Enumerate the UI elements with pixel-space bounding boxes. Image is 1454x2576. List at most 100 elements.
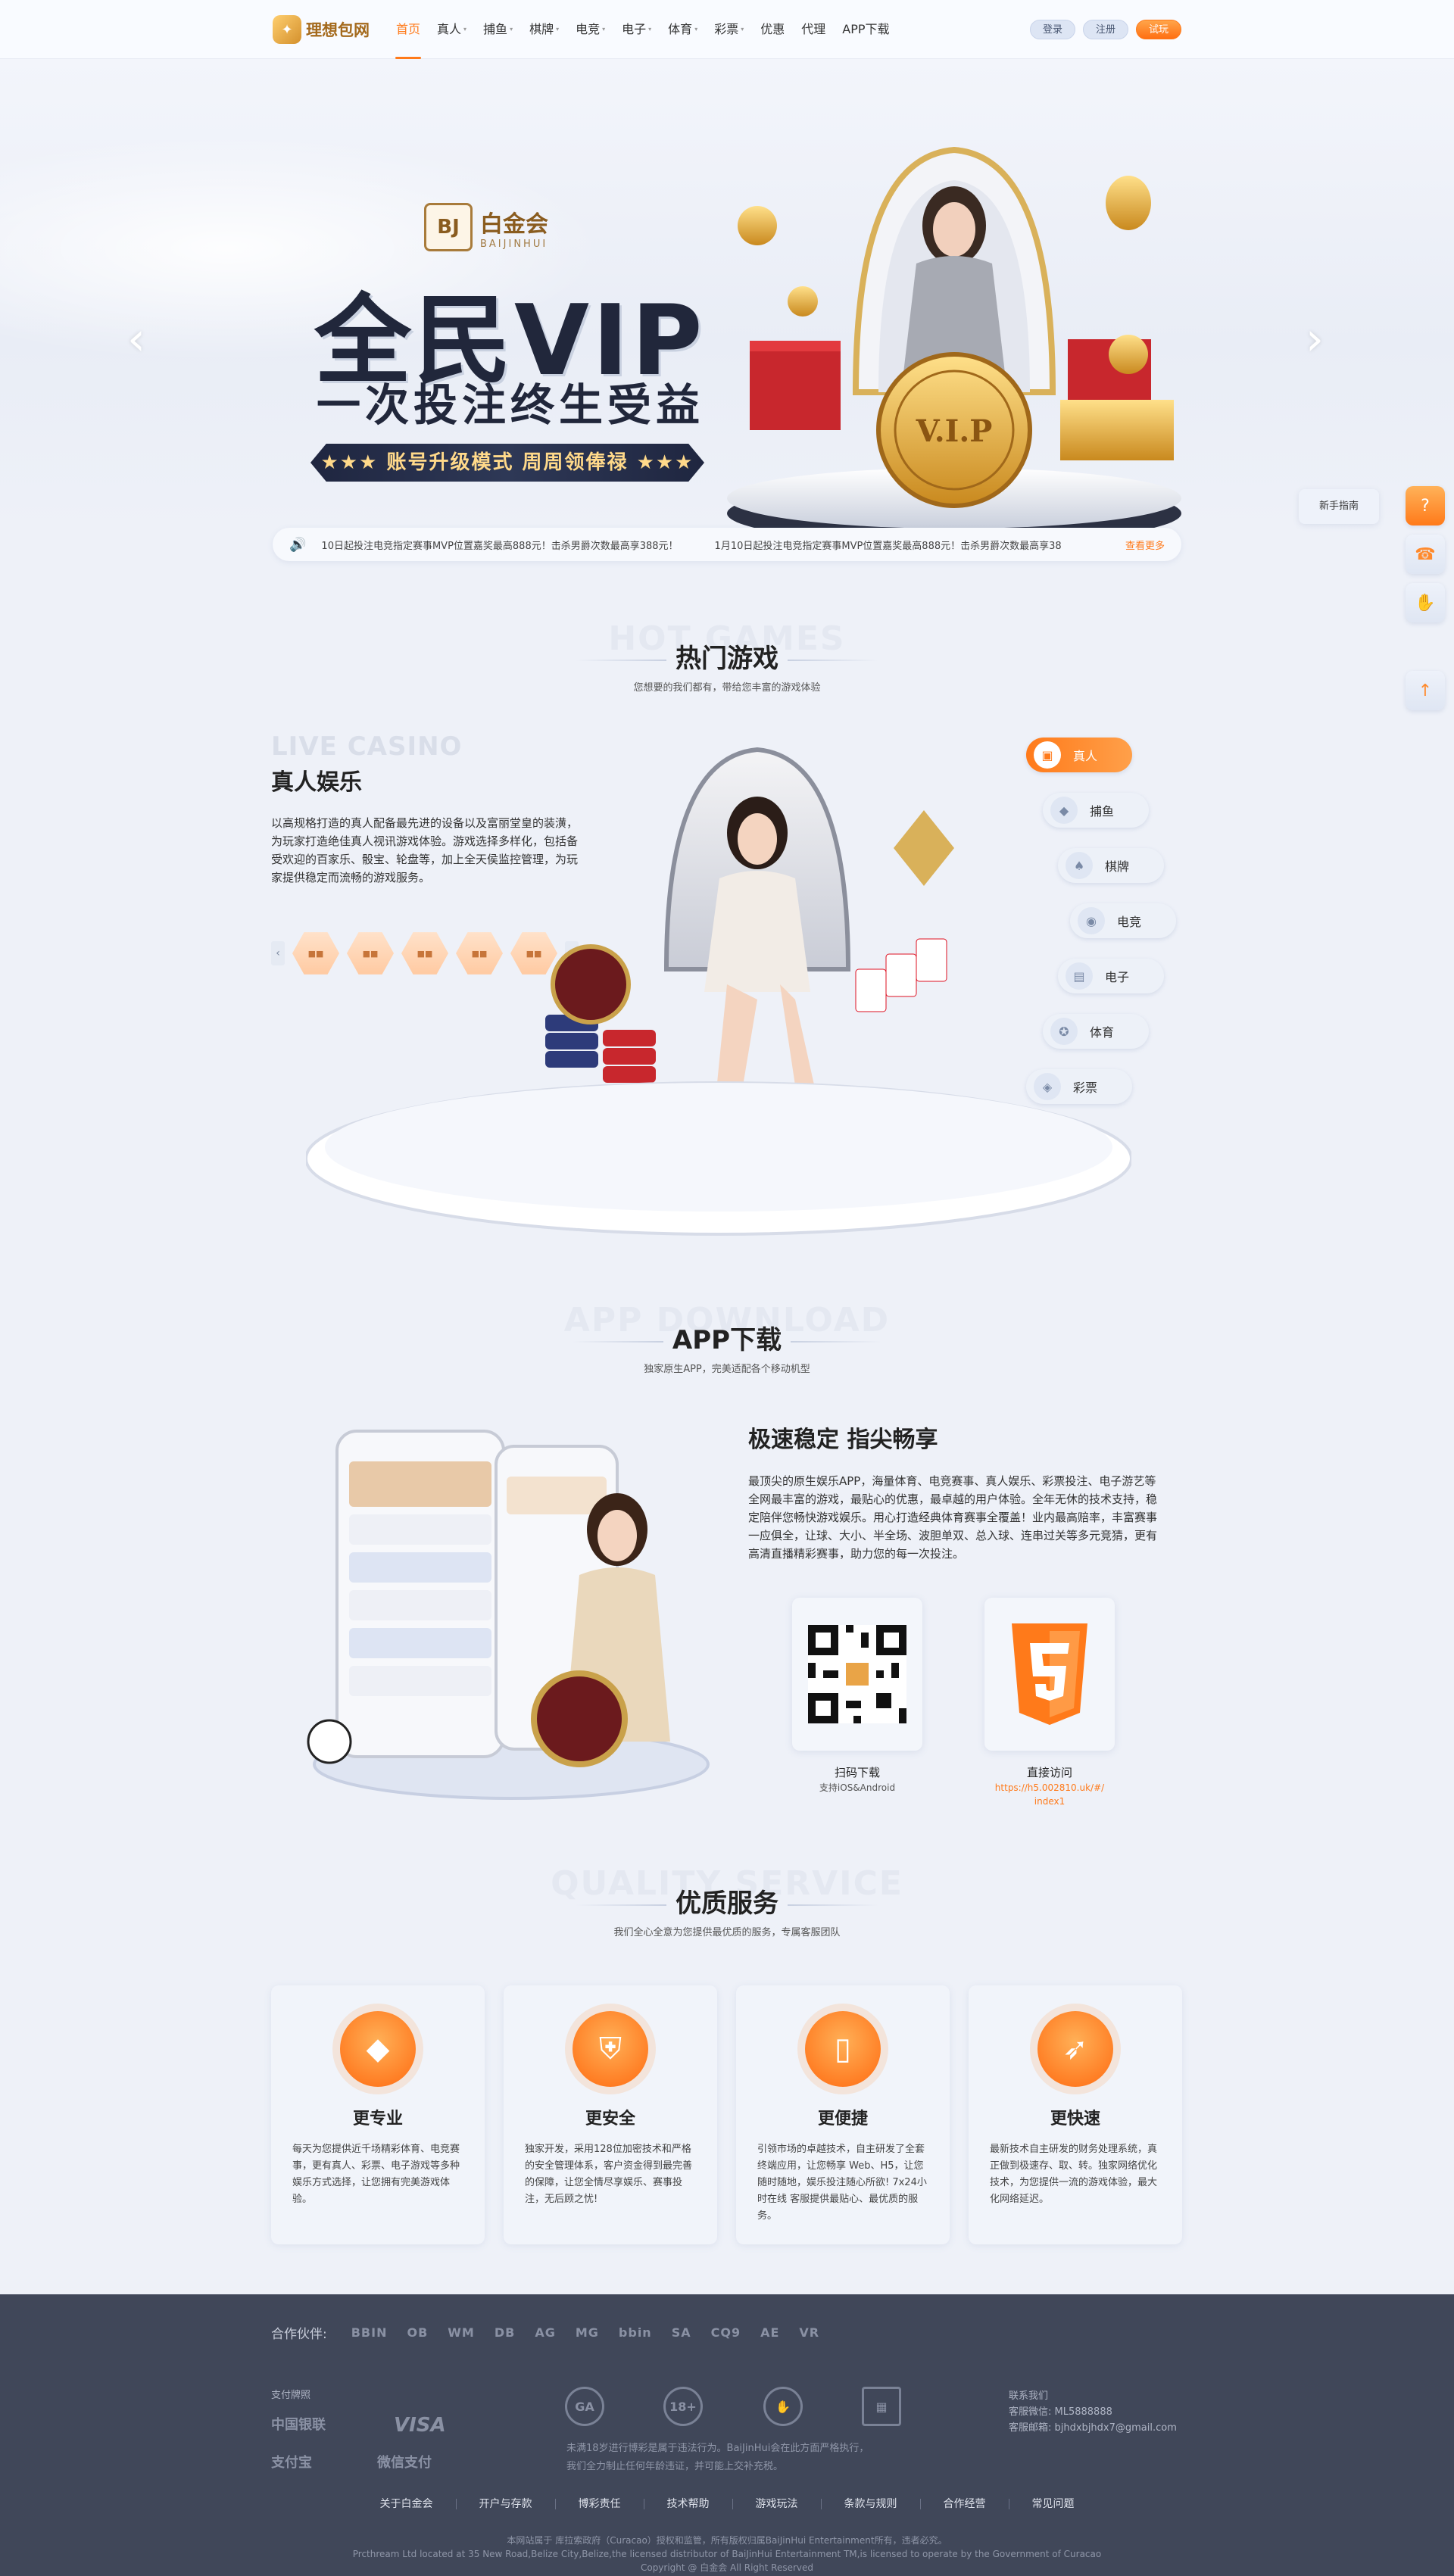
speaker-icon: 🔊 (289, 536, 307, 553)
footer-link[interactable]: 游戏玩法 (733, 2499, 822, 2509)
game-tab-icon: ▣ (1034, 741, 1061, 769)
qr-code-card[interactable] (792, 1598, 922, 1751)
game-tab[interactable]: ◆ 捕鱼 (1043, 793, 1149, 828)
nav-item[interactable]: 彩票 ▾ (706, 0, 752, 59)
provider-thumb[interactable]: ■■ (292, 932, 339, 975)
service-card-title: 更快速 (1050, 2110, 1100, 2128)
section-title: APP下载 (0, 1319, 1454, 1356)
nav-item[interactable]: 代理 (793, 0, 834, 59)
service-card-title: 更便捷 (817, 2110, 868, 2128)
brand-mark-icon: BJ (424, 203, 473, 251)
partners-label: 合作伙伴: (271, 2327, 327, 2342)
nav-item-label: 捕鱼 (483, 22, 508, 36)
footer-links: 关于白金会 开户与存款 博彩责任 技术帮助 游戏玩法 条款与规则 合作经营 常见问题 (0, 2499, 1454, 2509)
gaming-license-icon: GA (565, 2387, 604, 2426)
footer-link[interactable]: 开户与存款 (457, 2499, 556, 2509)
app-body-text: 最顶尖的原生娱乐APP，海量体育、电竞赛事、真人娱乐、彩票投注、电子游艺等全网最… (748, 1474, 1158, 1561)
live-casino-title: 真人娱乐 (271, 769, 362, 796)
nav-item-label: 真人 (437, 22, 462, 36)
view-more-link[interactable]: 查看更多 (1125, 538, 1165, 552)
site-logo[interactable]: ✦ 理想包网 (273, 15, 370, 44)
h5-access-card[interactable] (984, 1598, 1115, 1751)
footer-link[interactable]: 条款与规则 (822, 2499, 921, 2509)
handshake-icon[interactable]: ✋ (1406, 583, 1445, 622)
section-title: 优质服务 (0, 1882, 1454, 1920)
announcement-bar: 🔊 10日起投注电竞指定赛事MVP位置嘉奖最高888元！击杀男爵次数最高享388… (273, 528, 1181, 561)
game-tab[interactable]: ▤ 电子 (1058, 959, 1164, 993)
logo-icon: ✦ (273, 15, 301, 44)
service-card-title: 更安全 (585, 2110, 635, 2128)
banner-next-arrow[interactable]: › (1300, 317, 1330, 362)
game-tab[interactable]: ✪ 体育 (1043, 1014, 1149, 1049)
nav-item[interactable]: 优惠 (752, 0, 793, 59)
customer-service-icon[interactable]: ☎ (1406, 535, 1445, 574)
partner-logo: AG (535, 2325, 556, 2340)
unionpay-icon: 中国银联 (271, 2417, 326, 2433)
copyright-line: Copyright @ 白金会 All Right Reserved (640, 2562, 814, 2573)
nav-item-label: 体育 (668, 22, 693, 36)
footer-link[interactable]: 技术帮助 (644, 2499, 733, 2509)
footer-link[interactable]: 常见问题 (1009, 2499, 1097, 2509)
nav-item-label: 电竞 (576, 22, 601, 36)
copyright-block: 本网站属于 库拉索政府（Curacao）授权和监管，所有版权归属BaiJinHu… (0, 2534, 1454, 2574)
direct-access-link[interactable]: https://h5.002810.uk/#/ index1 (974, 1781, 1125, 1808)
nav-item-label: 首页 (396, 22, 421, 36)
section-title: 热门游戏 (0, 638, 1454, 675)
contact-info: 联系我们 客服微信: ML5888888 客服邮箱: bjhdxbjhdx7@g… (1009, 2388, 1177, 2436)
nav-item[interactable]: 棋牌 ▾ (521, 0, 567, 59)
brand-sub: BAIJINHUI (480, 238, 548, 250)
nav-item[interactable]: 捕鱼 ▾ (475, 0, 521, 59)
game-tab-label: 电子 (1105, 970, 1130, 984)
game-tab[interactable]: ♠ 棋牌 (1058, 848, 1164, 883)
trial-button[interactable]: 试玩 (1135, 20, 1181, 39)
hot-games-heading: HOT GAMES 热门游戏 您想要的我们都有，带给您丰富的游戏体验 (0, 622, 1454, 694)
game-tab-icon: ▤ (1066, 962, 1093, 990)
nav-item[interactable]: 电竞 ▾ (567, 0, 613, 59)
nav-item[interactable]: 首页 (388, 0, 429, 59)
scan-download-sub: 支持iOS&Android (819, 1782, 896, 1793)
newbie-guide-button[interactable]: 新手指南 (1299, 489, 1379, 524)
game-tab[interactable]: ▣ 真人 (1026, 738, 1132, 772)
partner-logo: CQ9 (710, 2325, 741, 2340)
service-card: ➶ 更快速最新技术自主研发的财务处理系统，真正做到极速存、取、转。独家网络优化技术… (969, 1985, 1182, 2244)
banner-prev-arrow[interactable]: ‹ (121, 317, 151, 362)
announcement-marquee[interactable]: 10日起投注电竞指定赛事MVP位置嘉奖最高888元！击杀男爵次数最高享388元！… (321, 538, 1113, 552)
footer-link[interactable]: 博彩责任 (556, 2499, 644, 2509)
contact-email[interactable]: 客服邮箱: bjhdxbjhdx7@gmail.com (1009, 2420, 1177, 2436)
nav-item-label: 电子 (622, 22, 647, 36)
game-tab[interactable]: ◈ 彩票 (1026, 1069, 1132, 1104)
service-card-text: 最新技术自主研发的财务处理系统，真正做到极速存、取、转。独家网络优化技术，为您提… (990, 2144, 1158, 2205)
login-button[interactable]: 登录 (1029, 20, 1075, 39)
footer-link[interactable]: 关于白金会 (357, 2499, 457, 2509)
nav-item[interactable]: 体育 ▾ (660, 0, 706, 59)
diamond-icon: ◆ (340, 2011, 416, 2087)
scan-download-label: 扫码下载 (834, 1766, 880, 1779)
announcement-text: 1月10日起投注电竞指定赛事MVP位置嘉奖最高888元！击杀男爵次数最高享38 (714, 540, 1062, 552)
service-card-text: 引领市场的卓越技术，自主研发了全套终端应用，让您畅享 Web、H5，让您随时随地… (757, 2144, 927, 2222)
register-button[interactable]: 注册 (1082, 20, 1128, 39)
service-card: ▯ 更便捷 引领市场的卓越技术，自主研发了全套终端应用，让您畅享 Web、H5，让您… (736, 1985, 950, 2244)
thumbs-prev-icon[interactable]: ‹ (271, 941, 285, 965)
hero-banner[interactable]: ‹ › BJ 白金会 BAIJINHUI 全民VIP 一次投注终生受益 ★★★ … (0, 59, 1454, 532)
direct-url-line-1: https://h5.002810.uk/#/ (994, 1782, 1105, 1793)
rocket-icon: ➶ (1037, 2011, 1113, 2087)
provider-thumb[interactable]: ■■ (347, 932, 394, 975)
chevron-down-icon: ▾ (648, 26, 652, 33)
partner-logo: VR (799, 2325, 820, 2340)
provider-thumb[interactable]: ■■ (401, 932, 448, 975)
nav-item[interactable]: 电子 ▾ (613, 0, 660, 59)
nav-item-label: 优惠 (760, 22, 785, 36)
nav-item[interactable]: APP下载 (834, 0, 897, 59)
nav-item-label: 棋牌 (529, 22, 554, 36)
banner-subtitle: 一次投注终生受益 (317, 379, 705, 431)
footer-link[interactable]: 合作经营 (921, 2499, 1009, 2509)
nav-item[interactable]: 真人 ▾ (429, 0, 475, 59)
banner-brand: BJ 白金会 BAIJINHUI (424, 203, 548, 251)
html5-icon (1012, 1623, 1087, 1725)
help-icon[interactable]: ? (1406, 486, 1445, 525)
game-tab-icon: ♠ (1066, 852, 1093, 879)
provider-thumb[interactable]: ■■ (456, 932, 503, 975)
partner-logo: bbin (618, 2325, 652, 2340)
banner-ribbon: ★★★ 账号升级模式 周周领俸禄 ★★★ (310, 444, 704, 482)
game-tab[interactable]: ◉ 电竞 (1070, 903, 1176, 938)
